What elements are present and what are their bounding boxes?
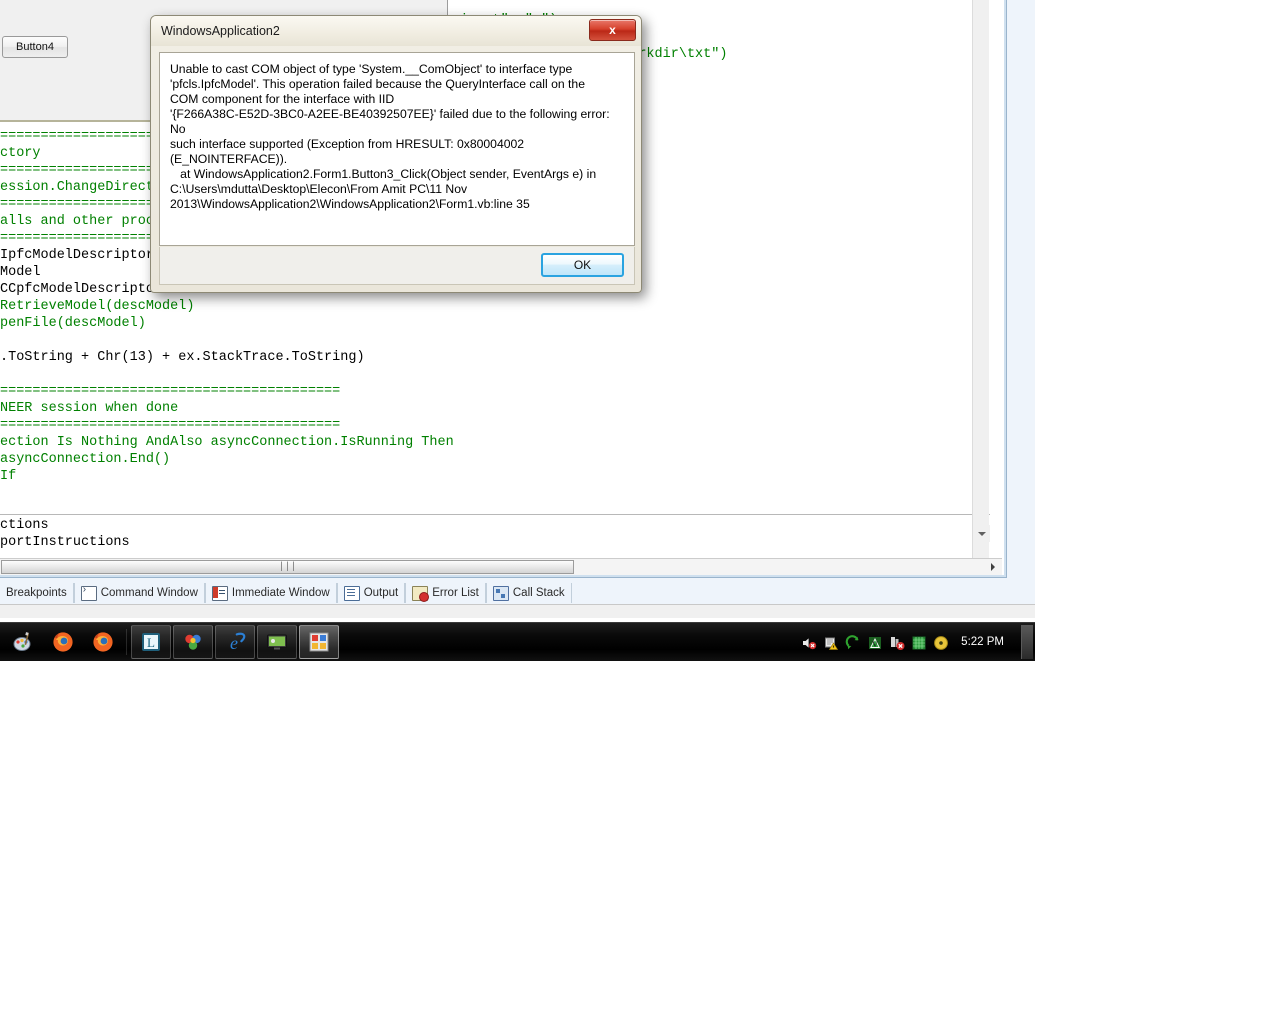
scroll-right-button[interactable] bbox=[985, 560, 1001, 574]
taskbar-firefox-window-icon[interactable] bbox=[84, 626, 122, 658]
error-dialog: WindowsApplication2 x Unable to cast COM… bbox=[150, 15, 642, 293]
screen: _input", ".") e", "D:\Program Files\Wrkd… bbox=[0, 0, 1280, 1024]
immediate-window-icon bbox=[211, 585, 228, 601]
chevron-down-icon bbox=[977, 531, 986, 536]
editor-vertical-scrollbar[interactable] bbox=[972, 0, 990, 560]
error-list-icon bbox=[412, 585, 430, 602]
dialog-title: WindowsApplication2 bbox=[161, 24, 280, 38]
show-desktop-button[interactable] bbox=[1021, 625, 1033, 659]
windows-taskbar: Le V 5:22 PM bbox=[0, 622, 1035, 661]
svg-text:V: V bbox=[872, 640, 878, 649]
code-line: If bbox=[0, 469, 17, 484]
action-center-warning-icon[interactable] bbox=[823, 635, 839, 650]
taskbar-visual-studio-icon[interactable] bbox=[299, 625, 339, 659]
tab-error-list[interactable]: Error List bbox=[405, 583, 486, 603]
svg-text:L: L bbox=[147, 635, 155, 650]
taskbar-lotus-notes-icon[interactable]: L bbox=[131, 625, 171, 659]
scroll-down-button[interactable] bbox=[973, 525, 990, 542]
dialog-message-area: Unable to cast COM object of type 'Syste… bbox=[159, 52, 635, 246]
sync-icon[interactable] bbox=[845, 634, 860, 650]
chevron-right-icon bbox=[991, 563, 995, 571]
code-line: NEER session when done bbox=[0, 401, 179, 416]
code-editor-lower-pane[interactable]: ctions portInstructions bbox=[0, 517, 990, 552]
tab-label: Call Stack bbox=[512, 587, 565, 599]
taskbar-creo-parametric-icon[interactable] bbox=[173, 625, 213, 659]
code-line: portInstructions bbox=[0, 535, 130, 550]
tab-command-window[interactable]: Command Window bbox=[73, 583, 205, 603]
code-line: .ToString + Chr(13) + ex.StackTrace.ToSt… bbox=[0, 350, 365, 365]
taskbar-clock[interactable]: 5:22 PM bbox=[955, 636, 1014, 648]
tab-label: Breakpoints bbox=[6, 587, 67, 599]
taskbar-paint-icon[interactable] bbox=[4, 626, 42, 658]
code-line: ctions bbox=[0, 518, 49, 533]
code-line: ========================================… bbox=[0, 418, 341, 433]
tab-label: Immediate Window bbox=[231, 587, 330, 599]
editor-split-divider bbox=[0, 514, 990, 515]
tab-label: Error List bbox=[432, 587, 479, 599]
button4[interactable]: Button4 bbox=[2, 36, 68, 58]
tab-immediate-window[interactable]: Immediate Window bbox=[204, 583, 337, 603]
tab-label: Command Window bbox=[100, 587, 198, 599]
taskbar-items: Le bbox=[0, 625, 339, 659]
dialog-message-text: Unable to cast COM object of type 'Syste… bbox=[170, 62, 610, 211]
output-icon bbox=[343, 585, 360, 601]
volume-muted-icon[interactable] bbox=[801, 635, 817, 650]
dialog-titlebar[interactable]: WindowsApplication2 x bbox=[151, 16, 641, 46]
svg-text:e: e bbox=[230, 633, 238, 653]
system-tray: V 5:22 PM bbox=[801, 623, 1035, 661]
scrollbar-thumb[interactable]: ||| bbox=[1, 560, 574, 574]
taskbar-separator bbox=[126, 629, 127, 655]
disc-icon[interactable] bbox=[933, 635, 949, 650]
code-line: ========================================… bbox=[0, 384, 341, 399]
taskbar-remote-desktop-icon[interactable] bbox=[257, 625, 297, 659]
code-line: ection Is Nothing AndAlso asyncConnectio… bbox=[0, 435, 454, 450]
tab-breakpoints[interactable]: Breakpoints bbox=[0, 583, 74, 603]
code-line: penFile(descModel) bbox=[0, 316, 146, 331]
ide-status-strip bbox=[0, 604, 1035, 618]
network-error-icon[interactable] bbox=[889, 635, 905, 650]
command-window-icon bbox=[80, 584, 97, 601]
green-grid-icon[interactable] bbox=[911, 635, 926, 650]
tab-output[interactable]: Output bbox=[336, 583, 406, 603]
tool-window-tabstrip: Breakpoints Command Window Immediate Windo… bbox=[0, 582, 1035, 604]
antivirus-icon[interactable]: V bbox=[867, 635, 882, 650]
code-line: RetrieveModel(descModel) bbox=[0, 299, 195, 314]
dialog-footer: OK bbox=[159, 247, 635, 285]
close-icon[interactable]: x bbox=[589, 19, 636, 41]
taskbar-internet-explorer-icon[interactable]: e bbox=[215, 625, 255, 659]
code-clipped-line bbox=[0, 552, 990, 557]
scrollbar-grip: ||| bbox=[278, 561, 297, 573]
editor-horizontal-scrollbar[interactable]: ||| bbox=[0, 558, 1002, 575]
tab-label: Output bbox=[363, 587, 399, 599]
code-line: asyncConnection.End() bbox=[0, 452, 171, 467]
taskbar-firefox-icon[interactable] bbox=[44, 626, 82, 658]
call-stack-icon bbox=[492, 585, 509, 601]
ok-button[interactable]: OK bbox=[541, 253, 624, 277]
tab-call-stack[interactable]: Call Stack bbox=[485, 583, 572, 603]
